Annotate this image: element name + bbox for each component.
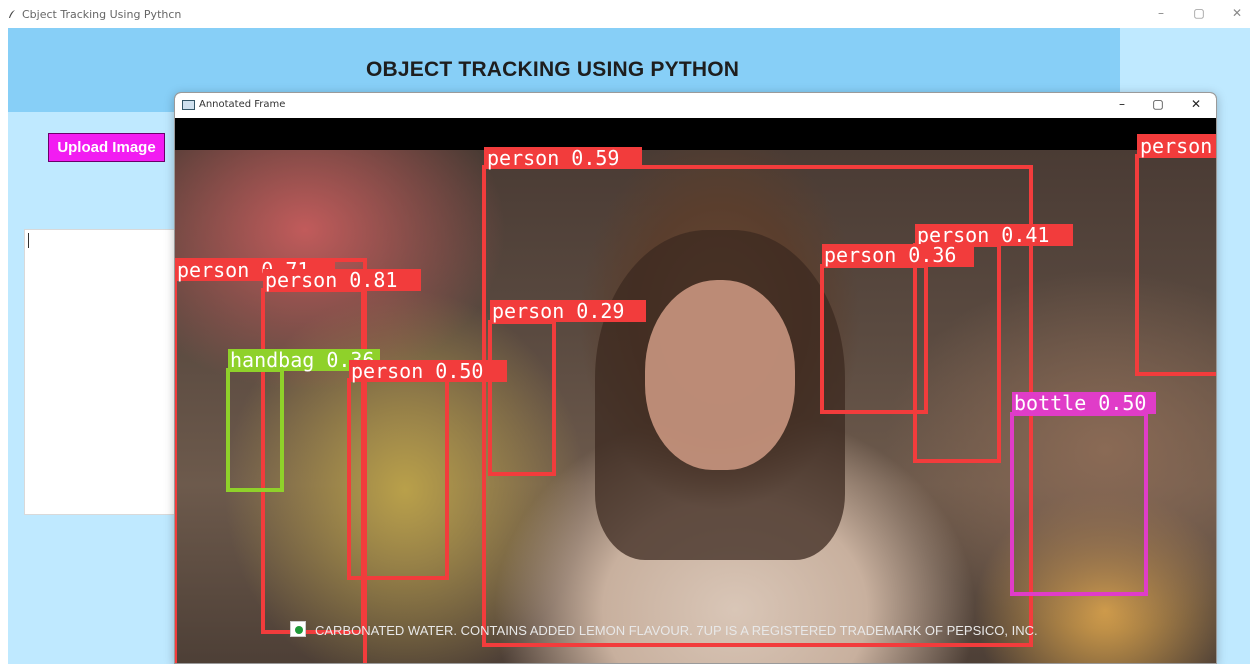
- frame-minimize-button[interactable]: –: [1107, 97, 1137, 113]
- detection-bottle-050: bottle 0.50: [1010, 391, 1156, 596]
- annotated-frame-window[interactable]: Annotated Frame – ▢ ✕ person 0.59 person: [174, 92, 1217, 664]
- veg-mark-icon: [290, 621, 306, 637]
- detection-label: person 0.50: [351, 359, 483, 383]
- feather-icon: [9, 10, 15, 18]
- detection-person-036: person 0.36: [820, 243, 974, 414]
- page-title: OBJECT TRACKING USING PYTHON: [366, 58, 740, 81]
- frame-window-title: Annotated Frame: [199, 99, 286, 110]
- image-window-icon: [182, 100, 195, 110]
- upload-image-button[interactable]: Upload Image: [48, 133, 165, 162]
- detection-person-071: person 0.71: [175, 258, 367, 663]
- detection-label: person 0.29: [492, 299, 624, 323]
- text-cursor: [28, 233, 29, 248]
- frame-close-button[interactable]: ✕: [1181, 97, 1211, 113]
- detection-label: person: [1140, 134, 1212, 158]
- video-frame: person 0.59 person person 0.41 person 0.…: [175, 118, 1216, 663]
- frame-titlebar: Annotated Frame – ▢ ✕: [175, 93, 1216, 118]
- minimize-button[interactable]: –: [1146, 6, 1176, 24]
- output-text-area[interactable]: [24, 229, 178, 515]
- detection-label: person 0.59: [487, 146, 619, 170]
- detection-label: person 0.36: [824, 243, 956, 267]
- frame-maximize-button[interactable]: ▢: [1143, 97, 1173, 113]
- main-titlebar: Cbject Tracking Using Pythcn – ▢ ✕: [0, 0, 1256, 28]
- video-caption: CARBONATED WATER. CONTAINS ADDED LEMON F…: [315, 623, 1038, 638]
- detection-person-029: person 0.29: [488, 299, 646, 476]
- close-button[interactable]: ✕: [1222, 6, 1252, 24]
- detection-label: person 0.81: [265, 268, 397, 292]
- detection-person-right: person: [1135, 134, 1216, 376]
- window-title: Cbject Tracking Using Pythcn: [22, 8, 182, 21]
- detection-overlay: person 0.59 person person 0.41 person 0.…: [175, 134, 1216, 663]
- detection-label: bottle 0.50: [1014, 391, 1146, 415]
- maximize-button[interactable]: ▢: [1184, 6, 1214, 24]
- detection-person-059: person 0.59: [482, 146, 1033, 647]
